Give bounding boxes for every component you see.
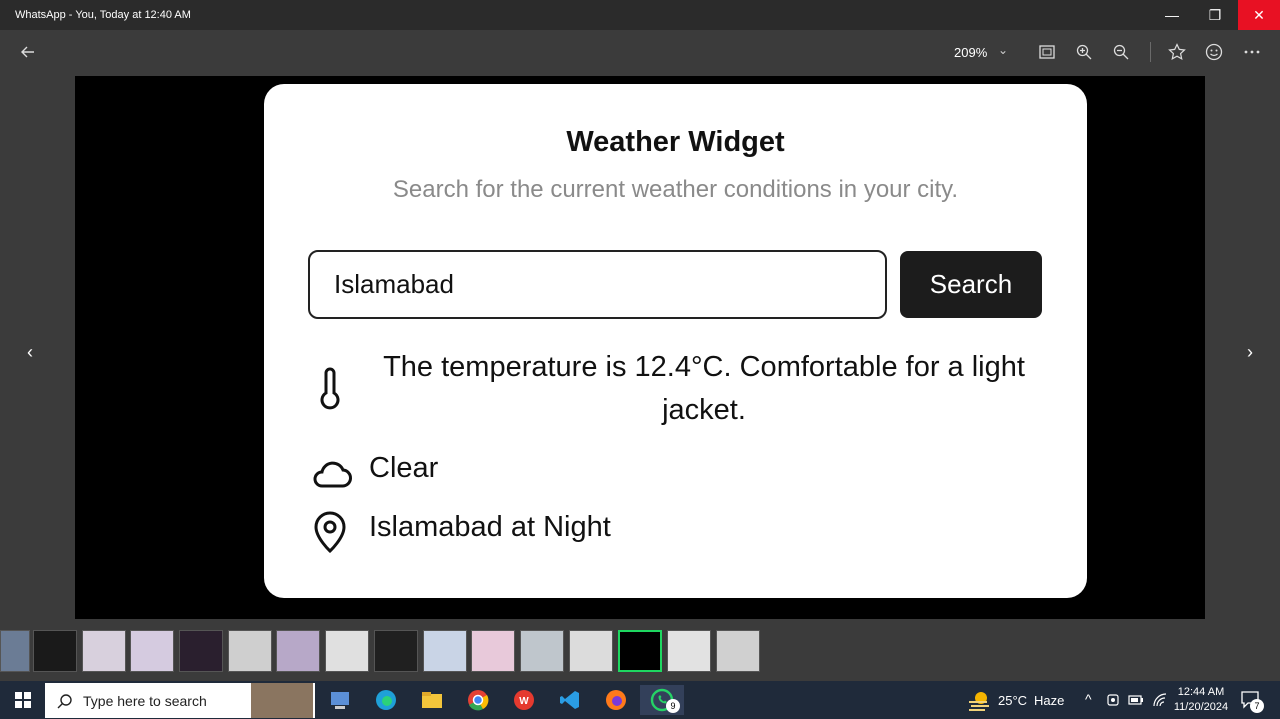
clock-date: 11/20/2024 <box>1173 701 1229 713</box>
edge-browser-icon[interactable] <box>370 685 402 715</box>
filmstrip-thumbnail[interactable] <box>228 630 272 672</box>
zoom-dropdown-chevron-icon[interactable]: ⌄ <box>998 43 1008 57</box>
filmstrip-thumbnail[interactable] <box>374 630 418 672</box>
file-explorer-icon[interactable] <box>416 685 448 715</box>
chrome-browser-icon[interactable] <box>462 685 494 715</box>
filmstrip-thumbnail[interactable] <box>667 630 711 672</box>
search-highlight-image <box>251 683 313 718</box>
fit-to-window-icon[interactable] <box>1037 42 1057 62</box>
filmstrip-thumbnail[interactable] <box>130 630 174 672</box>
filmstrip-thumbnail[interactable] <box>325 630 369 672</box>
filmstrip-thumbnail[interactable] <box>423 630 467 672</box>
filmstrip <box>0 626 1280 678</box>
title-bar: WhatsApp - You, Today at 12:40 AM — ❐ ✕ <box>0 0 1280 30</box>
tray-chevron-up-icon[interactable]: ^ <box>1085 691 1092 707</box>
filmstrip-thumbnail[interactable] <box>471 630 515 672</box>
svg-text:W: W <box>519 696 529 707</box>
filmstrip-thumbnail[interactable] <box>716 630 760 672</box>
location-text: Islamabad at Night <box>369 511 611 543</box>
more-options-icon[interactable] <box>1242 42 1262 62</box>
favorite-star-icon[interactable] <box>1167 42 1187 62</box>
system-clock[interactable]: 12:44 AM 11/20/2024 <box>1172 685 1230 715</box>
filmstrip-thumbnail-active[interactable] <box>618 630 662 672</box>
minimize-button[interactable]: — <box>1149 0 1195 30</box>
feedback-smile-icon[interactable] <box>1204 42 1224 62</box>
search-button[interactable]: Search <box>900 251 1042 318</box>
maximize-button[interactable]: ❐ <box>1192 0 1238 30</box>
map-pin-icon <box>310 510 350 554</box>
toolbar-divider <box>1150 42 1151 62</box>
filmstrip-thumbnail[interactable] <box>82 630 126 672</box>
next-image-arrow-icon[interactable]: › <box>1240 340 1260 364</box>
taskbar-search-placeholder: Type here to search <box>83 692 207 709</box>
wifi-icon[interactable] <box>1152 693 1168 707</box>
windows-start-icon[interactable] <box>0 681 45 719</box>
thermometer-icon <box>310 367 350 410</box>
viewer-toolbar: 209% ⌄ <box>0 30 1280 74</box>
taskbar-search-box[interactable]: Type here to search <box>45 683 315 718</box>
network-app-icon[interactable] <box>324 685 356 715</box>
filmstrip-thumbnail[interactable] <box>179 630 223 672</box>
widget-title: Weather Widget <box>566 126 785 158</box>
notification-count-badge: 7 <box>1250 699 1264 713</box>
notification-center-icon[interactable]: 7 <box>1240 689 1264 713</box>
window-title: WhatsApp - You, Today at 12:40 AM <box>15 9 191 21</box>
clock-time: 12:44 AM <box>1177 686 1225 698</box>
temperature-text: The temperature is 12.4°C. Comfortable f… <box>383 351 1025 426</box>
back-arrow-icon[interactable] <box>18 42 38 62</box>
city-search-input[interactable] <box>308 250 887 319</box>
filmstrip-thumbnail[interactable] <box>33 630 77 672</box>
filmstrip-thumbnail[interactable] <box>0 630 30 672</box>
wps-office-icon[interactable]: W <box>508 685 540 715</box>
battery-icon[interactable] <box>1128 693 1144 707</box>
condition-text: Clear <box>369 452 439 484</box>
previous-image-arrow-icon[interactable]: ‹ <box>20 340 40 364</box>
weather-description[interactable]: Haze <box>1034 693 1064 708</box>
zoom-in-icon[interactable] <box>1074 42 1094 62</box>
firefox-icon[interactable] <box>600 685 632 715</box>
zoom-out-icon[interactable] <box>1111 42 1131 62</box>
widget-subtitle: Search for the current weather condition… <box>392 176 959 203</box>
onedrive-icon[interactable] <box>1106 693 1120 707</box>
weather-temperature[interactable]: 25°C <box>998 693 1027 708</box>
weather-haze-icon[interactable] <box>967 689 993 711</box>
filmstrip-thumbnail[interactable] <box>276 630 320 672</box>
filmstrip-thumbnail[interactable] <box>520 630 564 672</box>
search-icon <box>57 693 72 708</box>
whatsapp-icon[interactable]: 9 <box>640 685 684 715</box>
windows-taskbar: Type here to search W 9 25°C Haze ^ 12:4… <box>0 681 1280 719</box>
zoom-level[interactable]: 209% <box>954 45 987 60</box>
weather-widget-card: Weather Widget Search for the current we… <box>264 84 1087 598</box>
cloud-icon <box>310 452 352 492</box>
filmstrip-thumbnail[interactable] <box>569 630 613 672</box>
vscode-icon[interactable] <box>554 685 586 715</box>
whatsapp-badge: 9 <box>666 699 680 713</box>
close-button[interactable]: ✕ <box>1238 0 1280 30</box>
